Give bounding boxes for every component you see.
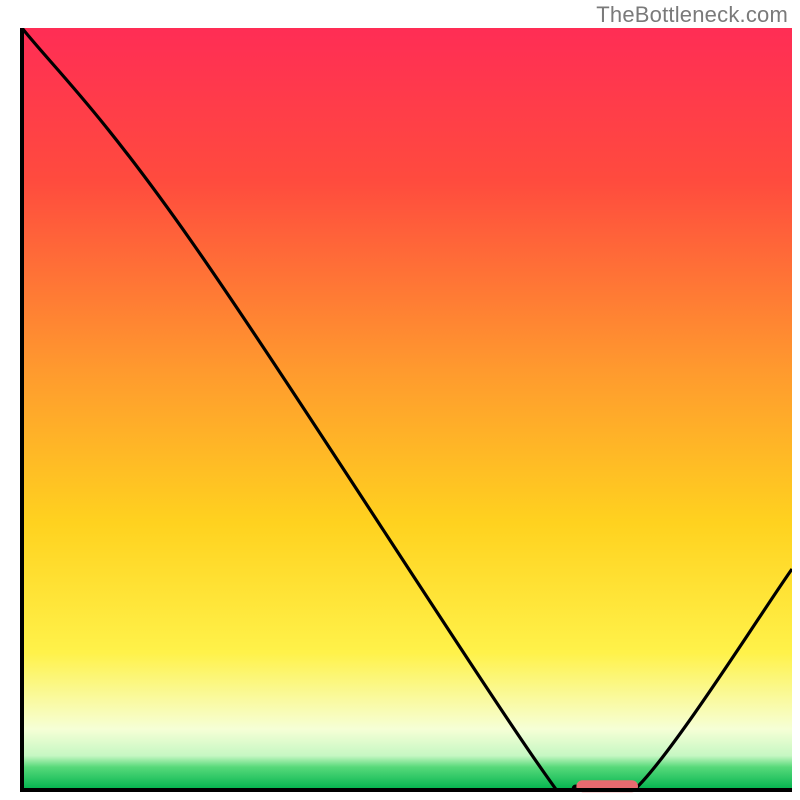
gradient-background bbox=[22, 28, 792, 790]
bottleneck-chart bbox=[0, 0, 800, 800]
chart-container: TheBottleneck.com bbox=[0, 0, 800, 800]
